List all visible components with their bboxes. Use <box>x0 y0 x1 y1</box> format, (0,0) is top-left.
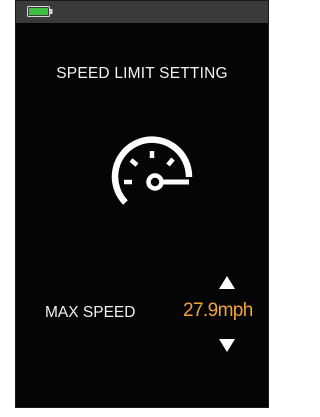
increase-speed-arrow-icon[interactable] <box>219 276 235 289</box>
max-speed-value[interactable]: 27.9mph <box>183 300 253 322</box>
decrease-speed-arrow-icon[interactable] <box>219 339 235 352</box>
max-speed-label: MAX SPEED <box>45 304 136 321</box>
page-title: SPEED LIMIT SETTING <box>56 65 228 82</box>
status-bar <box>16 1 268 23</box>
battery-icon <box>27 6 53 17</box>
device-screen: SPEED LIMIT SETTING MAX SPEED 27.9mph <box>15 0 269 408</box>
speedometer-icon <box>111 136 193 205</box>
